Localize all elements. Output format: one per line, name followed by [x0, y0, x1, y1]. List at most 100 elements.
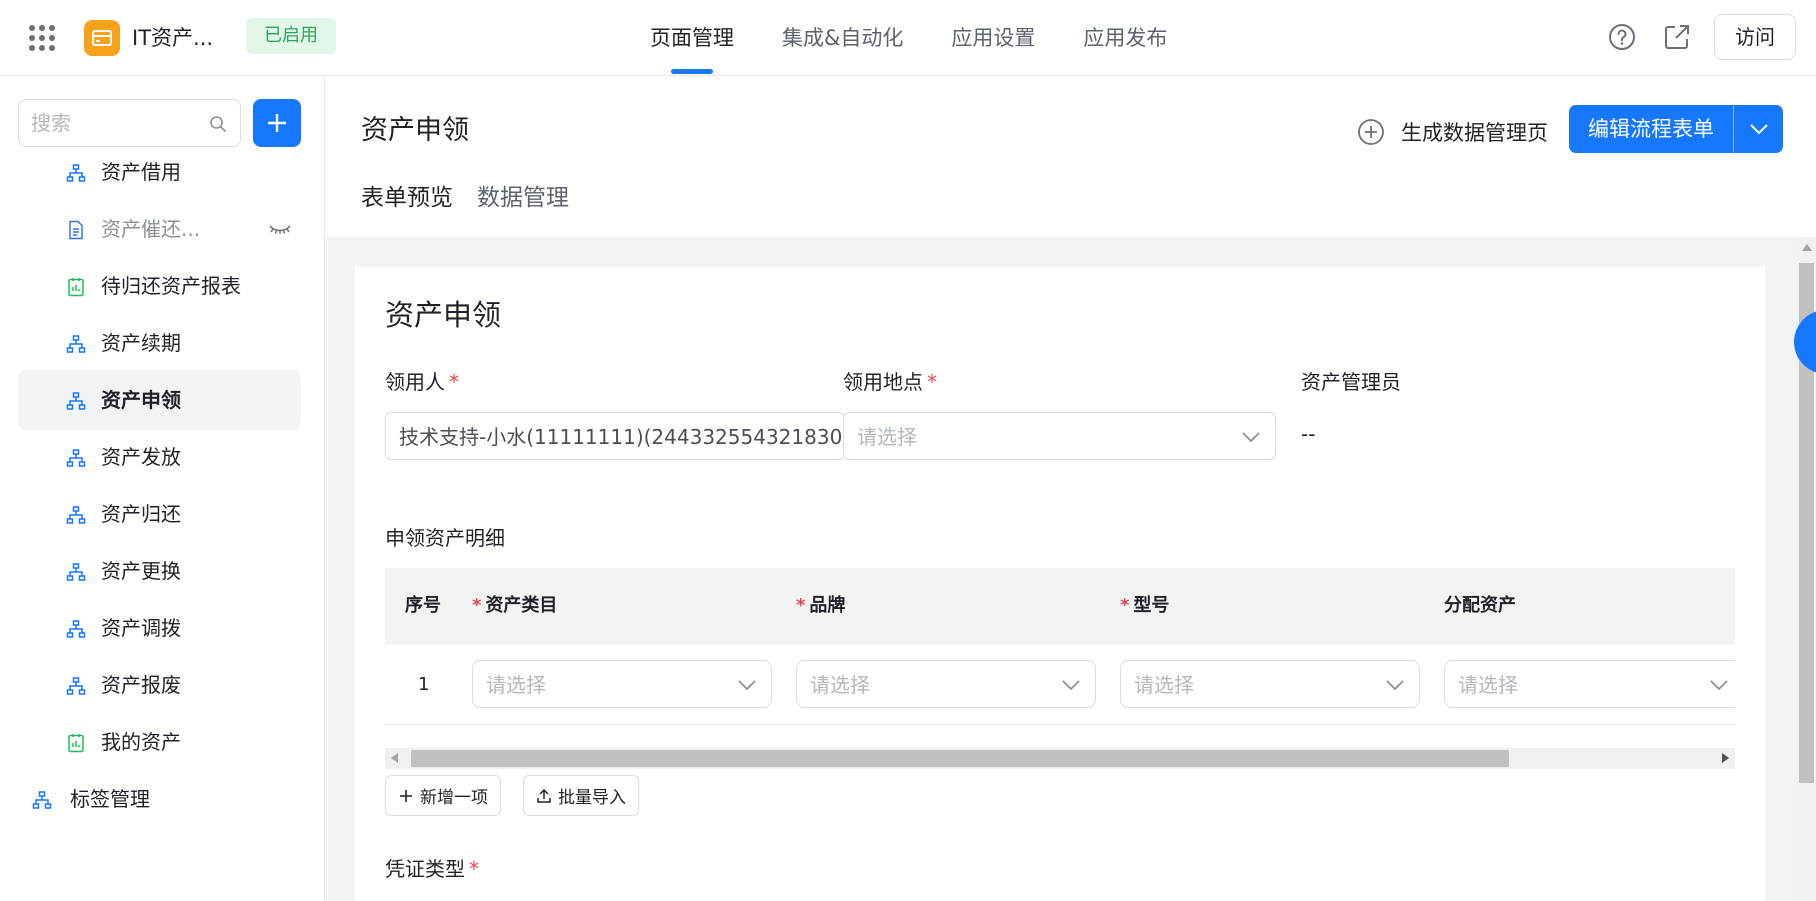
main-tabs: 表单预览 数据管理 [361, 176, 593, 254]
chevron-down-icon [1710, 680, 1728, 691]
row-index: 1 [418, 674, 430, 695]
tab-form-preview[interactable]: 表单预览 [361, 176, 453, 254]
request-detail-label: 申领资产明细 [385, 526, 505, 550]
status-badge: 已启用 [246, 18, 336, 54]
sidebar-item-label: 资产续期 [101, 331, 181, 355]
flow-icon [66, 563, 86, 581]
location-select[interactable]: 请选择 [843, 412, 1276, 460]
sidebar-item-asset-replace[interactable]: 资产更换 [18, 541, 301, 601]
scroll-right-arrow[interactable] [1722, 753, 1729, 763]
upload-icon [537, 788, 551, 803]
sidebar-item-my-assets[interactable]: 我的资产 [18, 712, 301, 772]
chevron-down-icon [1749, 124, 1768, 135]
select-placeholder: 请选择 [1134, 673, 1194, 697]
scroll-up-arrow[interactable] [1802, 244, 1812, 251]
add-page-button[interactable] [253, 99, 301, 147]
column-header-assigned-asset: 分配资产 [1444, 595, 1516, 616]
top-bar: IT资产... 已启用 页面管理 集成&自动化 应用设置 应用发布 访问 [0, 0, 1816, 76]
card-icon [92, 30, 112, 46]
location-label: 领用地点 * [843, 370, 937, 394]
column-header-index: 序号 [405, 595, 441, 616]
column-header-brand: * 品牌 [796, 595, 846, 616]
report-icon [68, 278, 84, 297]
sidebar-item-label: 资产申领 [101, 388, 181, 412]
flow-icon [66, 392, 86, 410]
detail-table: 序号 * 资产类目 * 品牌 * 型号 分配资产 1 请选择 请选择 请选择 请选择 [385, 568, 1735, 728]
brand-select[interactable]: 请选择 [796, 660, 1096, 708]
add-circle-icon [1358, 119, 1384, 145]
nav-page-management[interactable]: 页面管理 [650, 0, 734, 76]
edit-flow-form-button-group: 编辑流程表单 [1569, 105, 1783, 153]
sidebar-item-label: 资产发放 [101, 445, 181, 469]
nav-integration-automation[interactable]: 集成&自动化 [782, 0, 903, 76]
form-card: 资产申领 领用人 * 技术支持-小水(11111111)(244332554321… [355, 267, 1765, 901]
page-title: 资产申领 [361, 115, 469, 146]
sidebar: 资产借用 资产催还... 待归还资产报表 资产续期 资产申领 资产发放 资产归还 [0, 76, 325, 901]
add-item-label: 新增一项 [420, 788, 488, 808]
sidebar-item-label: 资产借用 [101, 160, 181, 184]
report-icon [68, 734, 84, 753]
generate-data-page-button[interactable]: 生成数据管理页 [1357, 112, 1548, 152]
table-row: 1 请选择 请选择 请选择 请选择 [385, 645, 1735, 725]
open-external-icon[interactable] [1662, 22, 1692, 52]
sidebar-item-asset-renewal[interactable]: 资产续期 [18, 313, 301, 373]
recipient-field[interactable]: 技术支持-小水(11111111)(24433255432183040) [385, 412, 845, 460]
sidebar-group-tag-management[interactable]: 标签管理 [18, 769, 301, 829]
eye-closed-icon [269, 225, 291, 234]
edit-flow-form-button[interactable]: 编辑流程表单 [1569, 105, 1733, 153]
recipient-value: 技术支持-小水(11111111)(24433255432183040) [399, 425, 845, 449]
scrollbar-thumb[interactable] [411, 750, 1509, 767]
app-logo [84, 20, 120, 56]
edit-dropdown-button[interactable] [1734, 105, 1783, 153]
select-placeholder: 请选择 [1458, 673, 1518, 697]
column-header-category: * 资产类目 [472, 595, 558, 616]
app-name[interactable]: IT资产... [132, 24, 213, 52]
sidebar-item-label: 资产催还... [101, 217, 201, 241]
flow-icon [66, 449, 86, 467]
help-icon[interactable] [1607, 22, 1637, 52]
table-horizontal-scrollbar[interactable] [385, 748, 1735, 769]
sidebar-item-label: 标签管理 [70, 787, 150, 811]
sidebar-item-asset-return[interactable]: 资产归还 [18, 484, 301, 544]
sidebar-item-asset-issue[interactable]: 资产发放 [18, 427, 301, 487]
search-icon[interactable] [209, 115, 227, 133]
flow-icon [66, 677, 86, 695]
add-item-button[interactable]: 新增一项 [385, 775, 501, 816]
nav-app-publish[interactable]: 应用发布 [1083, 0, 1167, 76]
recipient-label: 领用人 * [385, 370, 459, 394]
flow-icon [66, 164, 86, 182]
sidebar-item-label: 待归还资产报表 [101, 274, 241, 298]
sidebar-item-asset-borrow[interactable]: 资产借用 [18, 142, 301, 202]
batch-import-label: 批量导入 [558, 788, 626, 808]
flow-icon [32, 791, 52, 809]
generate-data-page-label: 生成数据管理页 [1401, 121, 1548, 145]
tab-data-management[interactable]: 数据管理 [477, 176, 569, 237]
sidebar-item-asset-reminder[interactable]: 资产催还... [18, 199, 301, 259]
visit-button[interactable]: 访问 [1714, 14, 1796, 60]
sidebar-item-asset-scrap[interactable]: 资产报废 [18, 655, 301, 715]
category-select[interactable]: 请选择 [472, 660, 772, 708]
sidebar-item-asset-request[interactable]: 资产申领 [18, 370, 301, 430]
chevron-down-icon [1062, 680, 1080, 691]
select-placeholder: 请选择 [486, 673, 546, 697]
scroll-left-arrow[interactable] [391, 753, 398, 763]
model-select[interactable]: 请选择 [1120, 660, 1420, 708]
batch-import-button[interactable]: 批量导入 [523, 775, 639, 816]
sidebar-item-asset-transfer[interactable]: 资产调拨 [18, 598, 301, 658]
chevron-down-icon [738, 680, 756, 691]
flow-icon [66, 506, 86, 524]
sidebar-item-label: 资产调拨 [101, 616, 181, 640]
assigned-asset-select[interactable]: 请选择 [1444, 660, 1735, 708]
sidebar-item-pending-return-report[interactable]: 待归还资产报表 [18, 256, 301, 316]
asset-manager-label: 资产管理员 [1301, 370, 1401, 394]
search-input[interactable] [31, 108, 201, 138]
table-header: 序号 * 资产类目 * 品牌 * 型号 分配资产 [385, 568, 1735, 645]
chevron-down-icon [1386, 680, 1404, 691]
sidebar-item-label: 资产归还 [101, 502, 181, 526]
app-grid-icon[interactable] [28, 24, 56, 52]
form-title: 资产申领 [385, 298, 502, 332]
asset-manager-value: -- [1301, 422, 1316, 446]
flow-icon [66, 620, 86, 638]
sidebar-search[interactable] [18, 99, 241, 147]
nav-app-settings[interactable]: 应用设置 [951, 0, 1035, 76]
